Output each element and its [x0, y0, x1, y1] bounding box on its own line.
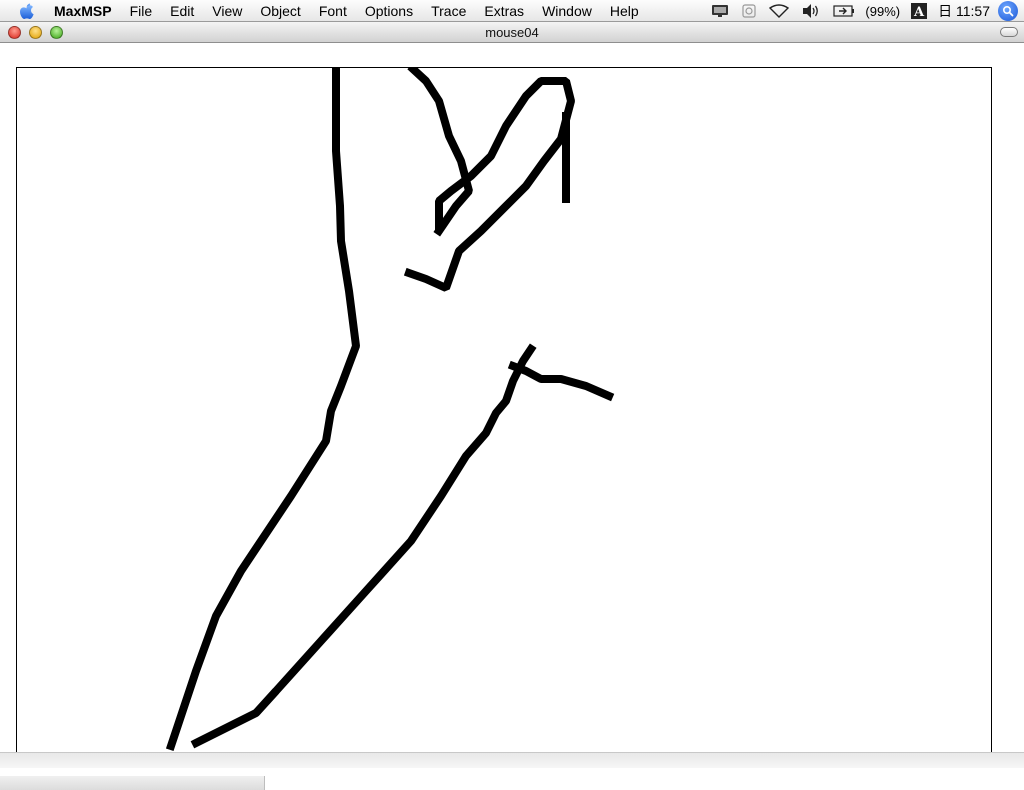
- volume-icon[interactable]: [801, 3, 821, 19]
- menu-help[interactable]: Help: [601, 0, 648, 22]
- menu-file[interactable]: File: [121, 0, 162, 22]
- drawing-stroke: [507, 360, 615, 402]
- menu-options[interactable]: Options: [356, 0, 422, 22]
- menu-window[interactable]: Window: [533, 0, 601, 22]
- menu-extras[interactable]: Extras: [475, 0, 533, 22]
- menu-font[interactable]: Font: [310, 0, 356, 22]
- input-menu-icon[interactable]: A: [910, 2, 928, 20]
- window-title: mouse04: [485, 25, 539, 40]
- menu-clock[interactable]: 日 11:57: [938, 1, 990, 21]
- input-menu-letter: A: [913, 5, 925, 20]
- menu-object[interactable]: Object: [251, 0, 309, 22]
- spotlight-icon[interactable]: [998, 1, 1018, 21]
- wifi-icon[interactable]: [769, 4, 790, 18]
- window-titlebar[interactable]: mouse04: [0, 22, 1024, 43]
- drawing-stroke: [190, 343, 537, 749]
- battery-icon[interactable]: [833, 5, 855, 17]
- horizontal-scrollbar[interactable]: [0, 776, 265, 790]
- drawing-stroke: [403, 77, 575, 292]
- drawing-stroke: [165, 68, 360, 752]
- timemachine-icon[interactable]: [741, 3, 757, 19]
- battery-percent[interactable]: (99%): [865, 4, 900, 19]
- menu-trace[interactable]: Trace: [422, 0, 475, 22]
- toolbar-toggle-button[interactable]: [1000, 27, 1018, 37]
- drawing-canvas[interactable]: [16, 67, 992, 763]
- patcher-window: mouse04: [0, 22, 1024, 790]
- display-icon[interactable]: [711, 4, 729, 18]
- menu-edit[interactable]: Edit: [161, 0, 203, 22]
- window-bottom-edge: [0, 752, 1024, 768]
- menu-view[interactable]: View: [203, 0, 251, 22]
- menu-bar: MaxMSP File Edit View Object Font Option…: [0, 0, 1024, 22]
- menu-maxmsp[interactable]: MaxMSP: [52, 0, 121, 22]
- apple-icon[interactable]: [18, 2, 36, 20]
- menu-extras-status: (99%) A 日 11:57: [705, 0, 1024, 22]
